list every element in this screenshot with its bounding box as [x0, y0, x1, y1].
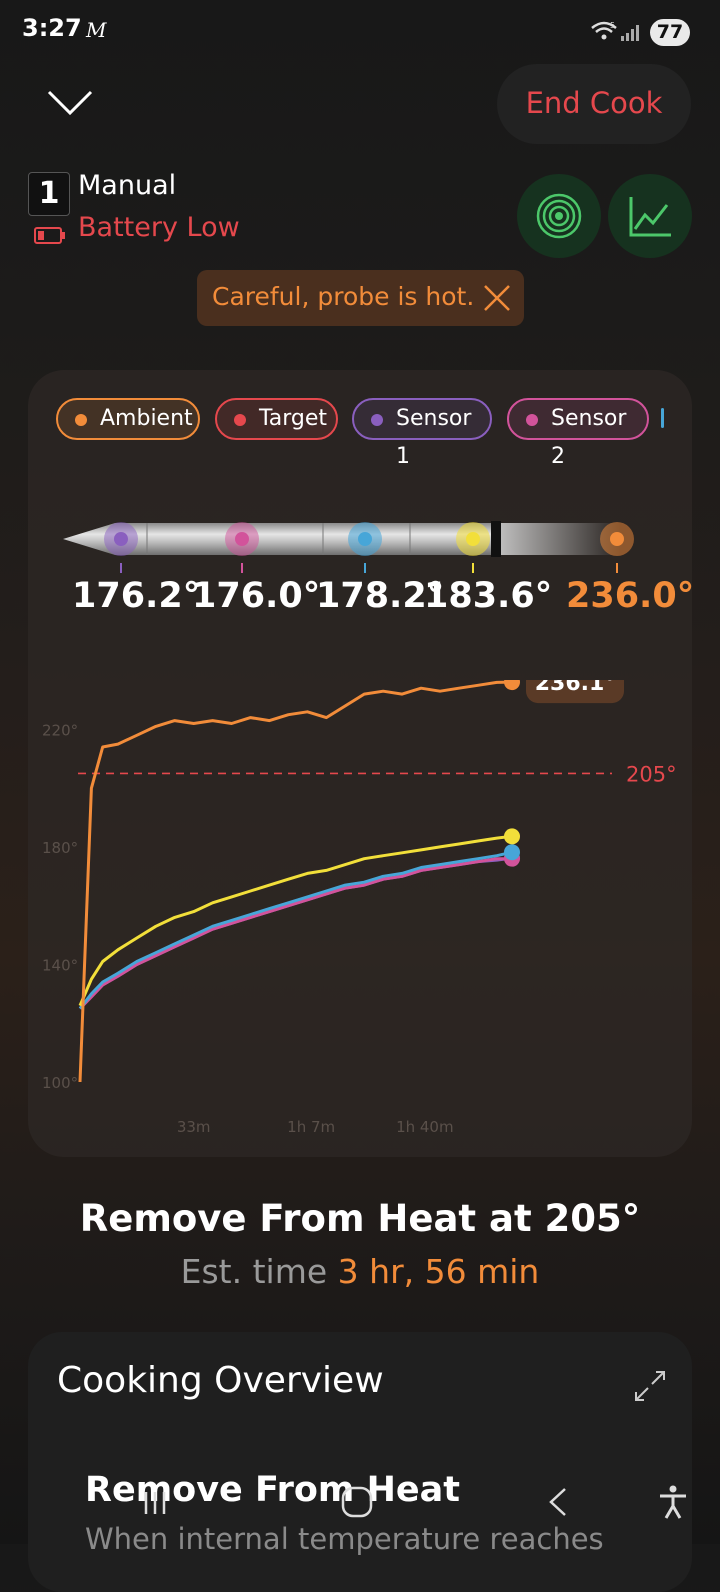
legend-chip-ambient[interactable]: Ambient: [56, 398, 200, 440]
status-time: 3:27: [22, 14, 82, 42]
y-tick-label: 140°: [42, 956, 78, 974]
sensor-2-marker: [225, 522, 259, 556]
sensor-2-dot: [526, 414, 538, 426]
est-prefix: Est. time: [180, 1252, 328, 1291]
temperature-chart: 220° 180° 140° 100° 33m 1h 7m 1h 40m 205° 236.1°: [42, 680, 677, 1136]
cell-signal-icon: [621, 25, 639, 41]
sensor-1-marker: [104, 522, 138, 556]
more-chips-indicator: [661, 408, 664, 428]
y-tick-label: 180°: [42, 839, 78, 857]
sensor-3-endpoint: [504, 844, 520, 861]
line-graph-icon: [629, 197, 671, 237]
battery-low-icon: [34, 227, 65, 244]
sensor-4-marker: [456, 522, 490, 556]
battery-status: Battery Low: [78, 212, 240, 243]
estimated-time: Est. time 3 hr, 56 min: [0, 1252, 720, 1291]
legend-chip-target[interactable]: Target: [215, 398, 338, 440]
warning-text: Careful, probe is hot.: [212, 282, 475, 311]
signal-label: 5: [610, 21, 615, 30]
legend-chip-sensor-2[interactable]: Sensor 2: [507, 398, 649, 469]
ambient-line: [78, 680, 513, 1083]
sensor-4-temp: 183.6°: [424, 576, 553, 616]
sensor-4-line: [78, 834, 513, 1007]
ambient-endpoint: [504, 680, 520, 691]
x-tick-label: 1h 7m: [287, 1118, 335, 1136]
target-dot: [234, 414, 246, 426]
remove-heat-heading: Remove From Heat at 205°: [79, 1197, 641, 1240]
est-value: 3 hr, 56 min: [337, 1252, 540, 1291]
y-tick-label: 220°: [42, 721, 78, 739]
close-icon[interactable]: [482, 283, 512, 313]
end-cook-button[interactable]: End Cook: [497, 64, 691, 144]
overview-title: Cooking Overview: [57, 1360, 384, 1401]
legend-chip-sensor-1[interactable]: Sensor 1: [352, 398, 492, 469]
sensor-2-temp: 176.0°: [192, 576, 321, 616]
wifi-icon: 5: [591, 21, 617, 40]
x-tick-label: 33m: [177, 1118, 211, 1136]
current-temp-label: 236.1°: [535, 680, 616, 696]
sensor-1-temp: 176.2°: [72, 576, 201, 616]
ambient-temp: 236.0°: [566, 576, 695, 616]
chip-label: Ambient: [100, 406, 193, 431]
ambient-dot: [75, 414, 87, 426]
overview-step-description: When internal temperature reaches: [85, 1522, 604, 1556]
home-icon[interactable]: [340, 1485, 374, 1519]
back-icon[interactable]: [545, 1486, 571, 1518]
carrier-icon: M: [86, 18, 107, 42]
ambient-marker: [600, 522, 634, 556]
recent-apps-icon[interactable]: [140, 1488, 170, 1518]
signal-rings-icon: [536, 193, 582, 239]
sensor-1-dot: [371, 414, 383, 426]
signal-button[interactable]: [517, 174, 601, 258]
chevron-down-icon[interactable]: [46, 86, 94, 120]
expand-icon[interactable]: [634, 1370, 666, 1402]
probe-illustration: [63, 521, 634, 573]
sensor-3-marker: [348, 522, 382, 556]
chip-label: Target: [259, 406, 328, 431]
y-tick-label: 100°: [42, 1074, 78, 1092]
accessibility-icon[interactable]: [656, 1484, 690, 1520]
sensor-4-endpoint: [504, 828, 520, 845]
graph-button[interactable]: [608, 174, 692, 258]
battery-level-badge: 77: [650, 19, 690, 46]
x-tick-label: 1h 40m: [396, 1118, 454, 1136]
target-label: 205°: [626, 762, 677, 786]
probe-mode: Manual: [78, 170, 177, 201]
probe-number: 1: [28, 172, 70, 216]
hot-probe-warning: Careful, probe is hot.: [197, 270, 524, 326]
